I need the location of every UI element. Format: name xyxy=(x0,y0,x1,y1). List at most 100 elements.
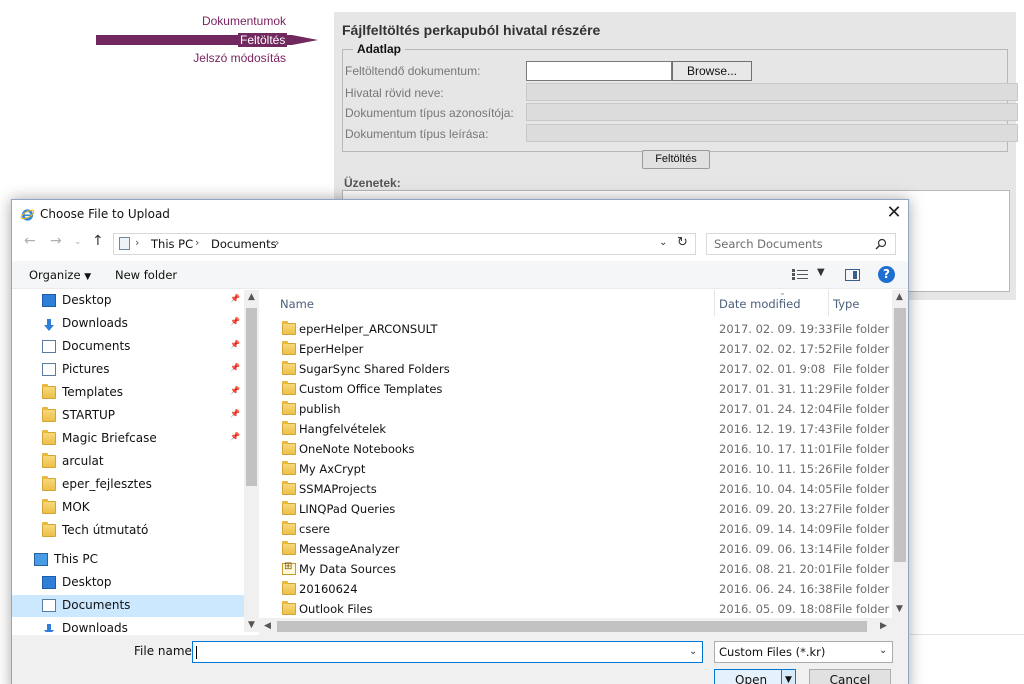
nav-scrollbar-thumb[interactable] xyxy=(246,308,257,486)
column-divider[interactable] xyxy=(714,290,715,316)
file-row[interactable]: SugarSync Shared Folders 2017. 02. 01. 9:… xyxy=(272,360,892,380)
back-arrow-icon[interactable]: ← xyxy=(24,233,36,249)
pin-icon[interactable]: 📌 xyxy=(230,432,240,441)
sidebar-item[interactable]: Downloads 📌 xyxy=(12,313,244,335)
sidebar-item[interactable]: Desktop xyxy=(12,572,244,594)
file-date: 2016. 09. 20. 13:27 xyxy=(719,502,833,516)
file-list-scrollbar-thumb[interactable] xyxy=(894,308,906,562)
preview-pane-icon[interactable] xyxy=(845,269,860,281)
file-name: SSMAProjects xyxy=(299,482,377,496)
sidebar-item[interactable]: Magic Briefcase 📌 xyxy=(12,428,244,450)
close-icon[interactable]: ✕ xyxy=(884,204,904,224)
file-row[interactable]: My Data Sources 2016. 08. 21. 20:01File f… xyxy=(272,560,892,580)
sidebar-item[interactable]: Templates 📌 xyxy=(12,382,244,404)
forward-arrow-icon[interactable]: → xyxy=(50,233,62,249)
list-scroll-up-icon[interactable]: ▲ xyxy=(896,292,903,302)
file-name: Hangfelvételek xyxy=(299,422,386,436)
sidebar-item[interactable]: eper_fejlesztes xyxy=(12,474,244,496)
file-row[interactable]: Custom Office Templates 2017. 01. 31. 11:… xyxy=(272,380,892,400)
sidebar-item[interactable]: Documents 📌 xyxy=(12,336,244,358)
nav-link-upload[interactable]: Feltöltés xyxy=(238,33,288,47)
sidebar-item-label: STARTUP xyxy=(62,408,116,422)
internet-explorer-icon xyxy=(20,209,35,221)
doctype-id-label: Dokumentum típus azonosítója: xyxy=(345,106,514,120)
filetype-select[interactable]: Custom Files (*.kr) ⌄ xyxy=(714,641,893,663)
documents-icon xyxy=(42,340,56,353)
file-row[interactable]: My AxCrypt 2016. 10. 11. 15:26 File folder xyxy=(272,460,892,480)
new-folder-button[interactable]: New folder xyxy=(115,268,177,282)
nav-scroll-down-icon[interactable]: ▼ xyxy=(248,620,255,630)
file-type: File folder xyxy=(833,522,890,536)
sidebar-item[interactable]: arculat xyxy=(12,451,244,473)
view-options-icon[interactable] xyxy=(792,269,808,280)
breadcrumb-separator-icon: › xyxy=(135,236,140,249)
sidebar-item[interactable]: Tech útmutató xyxy=(12,520,244,542)
list-scroll-down-icon[interactable]: ▼ xyxy=(896,604,903,614)
horizontal-scrollbar-thumb[interactable] xyxy=(277,621,867,632)
pin-icon[interactable]: 📌 xyxy=(230,409,240,418)
file-type: File folder xyxy=(833,562,890,576)
file-row[interactable]: eperHelper_ARCONSULT 2017. 02. 09. 19:33 F… xyxy=(272,320,892,340)
nav-link-documents[interactable]: Dokumentumok xyxy=(202,14,286,28)
file-path-input[interactable] xyxy=(526,61,672,81)
sidebar-item-label: Desktop xyxy=(62,293,112,307)
file-row[interactable]: csere 2016. 09. 14. 14:09 File folder xyxy=(272,520,892,540)
filename-history-dropdown-icon[interactable]: ⌄ xyxy=(689,646,697,657)
browse-button[interactable]: Browse... xyxy=(672,61,752,81)
file-row[interactable]: SSMAProjects 2016. 10. 04. 14:05 File fold… xyxy=(272,480,892,500)
file-row[interactable]: publish 2017. 01. 24. 12:04 File folder xyxy=(272,400,892,420)
pin-icon[interactable]: 📌 xyxy=(230,363,240,372)
address-dropdown-icon[interactable]: ⌄ xyxy=(659,237,667,248)
scroll-left-icon[interactable]: ◀ xyxy=(264,621,271,631)
column-date-modified[interactable]: Date modified xyxy=(719,297,801,311)
column-type[interactable]: Type xyxy=(833,297,859,311)
view-dropdown-icon[interactable]: ▼ xyxy=(817,267,825,278)
folder-icon xyxy=(282,581,296,595)
file-row[interactable]: Hangfelvételek 2016. 12. 19. 17:43 File fo… xyxy=(272,420,892,440)
filename-input[interactable]: ⌄ xyxy=(192,641,703,663)
breadcrumb-this-pc[interactable]: This PC xyxy=(151,237,193,251)
data-sources-icon xyxy=(282,561,296,575)
nav-link-password[interactable]: Jelszó módosítás xyxy=(193,51,286,65)
pin-icon[interactable]: 📌 xyxy=(230,340,240,349)
file-date: 2017. 02. 01. 9:08 xyxy=(719,362,826,376)
file-row[interactable]: LINQPad Queries 2016. 09. 20. 13:27 File f… xyxy=(272,500,892,520)
column-divider[interactable] xyxy=(828,290,829,316)
file-row[interactable]: 20160624 2016. 06. 24. 16:38 File folder xyxy=(272,580,892,600)
search-input[interactable]: Search Documents xyxy=(706,233,896,255)
file-row[interactable]: MessageAnalyzer 2016. 09. 06. 13:14 File f… xyxy=(272,540,892,560)
folder-icon xyxy=(282,541,296,555)
refresh-icon[interactable]: ↻ xyxy=(677,235,688,250)
sidebar-item[interactable]: Downloads xyxy=(12,618,244,632)
pin-icon[interactable]: 📌 xyxy=(230,317,240,326)
dialog-titlebar[interactable]: Choose File to Upload ✕ xyxy=(12,200,908,229)
organize-button[interactable]: Organize ▼ xyxy=(29,268,91,282)
help-icon[interactable]: ? xyxy=(878,266,895,283)
pin-icon[interactable]: 📌 xyxy=(230,294,240,303)
open-button[interactable]: Open ▼ xyxy=(714,669,796,684)
pin-icon[interactable]: 📌 xyxy=(230,386,240,395)
up-arrow-icon[interactable]: ↑ xyxy=(92,233,104,249)
sidebar-item[interactable]: Pictures 📌 xyxy=(12,359,244,381)
file-row[interactable]: OneNote Notebooks 2016. 10. 17. 11:01 File… xyxy=(272,440,892,460)
sidebar-item[interactable]: STARTUP 📌 xyxy=(12,405,244,427)
search-icon[interactable] xyxy=(875,238,887,250)
open-options-dropdown-icon[interactable]: ▼ xyxy=(781,670,795,684)
text-caret xyxy=(196,646,197,659)
sidebar-item[interactable]: Documents xyxy=(12,595,244,617)
address-bar[interactable]: › This PC › Documents › ⌄ ↻ xyxy=(113,233,696,255)
upload-button[interactable]: Feltöltés xyxy=(642,150,710,169)
file-row[interactable]: EperHelper 2017. 02. 02. 17:52 File folder xyxy=(272,340,892,360)
sidebar-item[interactable]: This PC xyxy=(12,549,244,571)
sidebar-item[interactable]: MOK xyxy=(12,497,244,519)
file-date: 2016. 10. 17. 11:01 xyxy=(719,442,833,456)
column-name[interactable]: Name xyxy=(280,297,314,311)
recent-locations-icon[interactable]: ⌄ xyxy=(74,237,82,247)
breadcrumb-documents[interactable]: Documents xyxy=(211,237,277,251)
cancel-button[interactable]: Cancel xyxy=(809,669,891,684)
file-row[interactable]: Outlook Files 2016. 05. 09. 18:08 File fol… xyxy=(272,600,892,618)
file-type: File folder xyxy=(833,462,890,476)
nav-scroll-up-icon[interactable]: ▲ xyxy=(248,292,255,302)
scroll-right-icon[interactable]: ▶ xyxy=(880,621,887,631)
sidebar-item[interactable]: Desktop 📌 xyxy=(12,290,244,312)
